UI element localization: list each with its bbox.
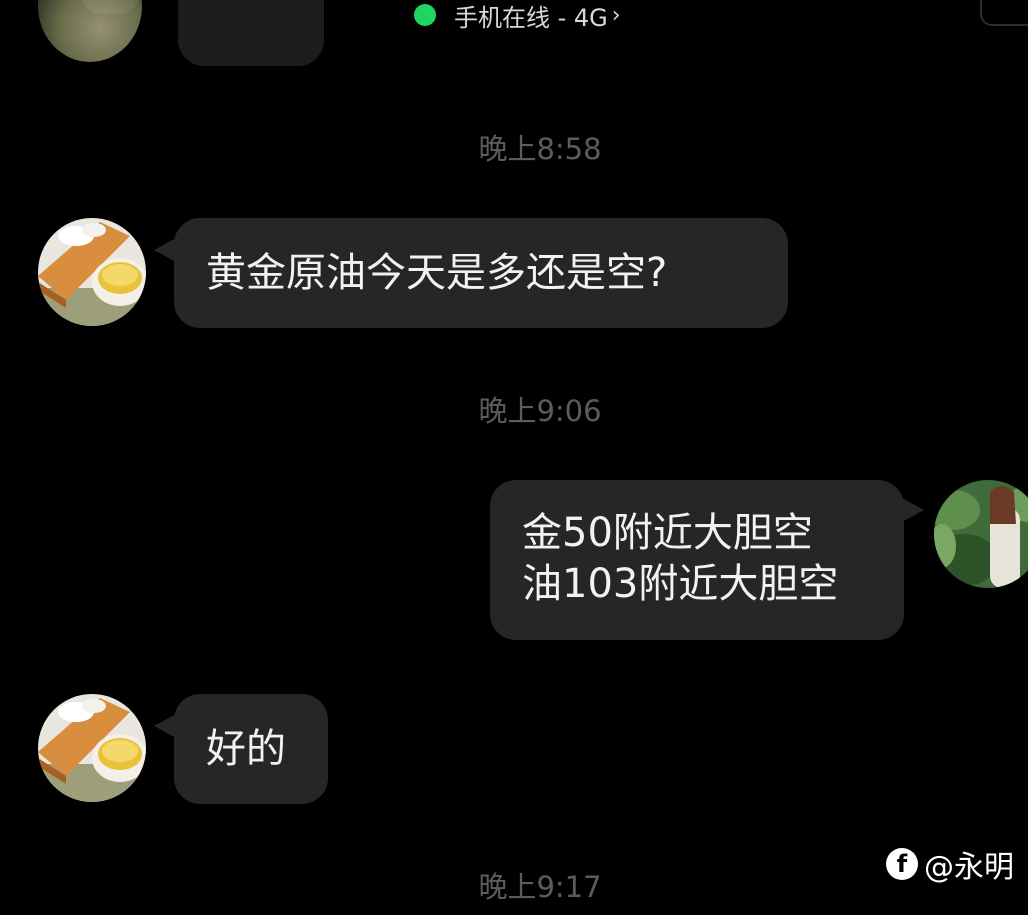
bubble-tail bbox=[154, 714, 176, 738]
tea-cup-avatar-image bbox=[38, 694, 146, 802]
bubble-tail bbox=[902, 498, 924, 522]
online-status[interactable]: 手机在线 - 4G › bbox=[414, 0, 621, 32]
previous-message-avatar[interactable] bbox=[38, 0, 142, 62]
message-text: 好的 bbox=[206, 726, 286, 772]
incoming-message-bubble[interactable]: 黄金原油今天是多还是空? bbox=[174, 218, 788, 328]
incoming-message-bubble[interactable]: 好的 bbox=[174, 694, 328, 804]
message-text-line: 油103附近大胆空 bbox=[522, 561, 839, 608]
timestamp: 晚上9:17 bbox=[478, 870, 602, 904]
status-bar: 手机在线 - 4G › bbox=[0, 0, 1028, 32]
tea-cup-avatar[interactable] bbox=[38, 694, 146, 802]
previous-message-bubble[interactable] bbox=[178, 0, 324, 66]
message-text-line: 金50附近大胆空 bbox=[522, 510, 813, 556]
app-logo-icon: f bbox=[886, 848, 918, 880]
tea-cup-avatar-image bbox=[38, 218, 146, 326]
online-dot-icon bbox=[414, 4, 436, 26]
menu-button-partial[interactable] bbox=[980, 0, 1028, 26]
watermark: f @永明 bbox=[886, 842, 1014, 886]
timestamp: 晚上8:58 bbox=[478, 132, 602, 166]
tea-cup-avatar[interactable] bbox=[38, 218, 146, 326]
timestamp: 晚上9:06 bbox=[478, 394, 602, 428]
woman-in-garden-avatar-image bbox=[934, 480, 1028, 588]
online-status-text: 手机在线 - 4G bbox=[454, 3, 608, 32]
chevron-right-icon: › bbox=[611, 2, 621, 28]
bubble-tail bbox=[154, 238, 176, 262]
message-text: 黄金原油今天是多还是空? bbox=[206, 250, 668, 296]
watermark-text: @永明 bbox=[924, 850, 1014, 885]
outgoing-message-bubble[interactable]: 金50附近大胆空 油103附近大胆空 bbox=[490, 480, 904, 640]
woman-in-garden-avatar[interactable] bbox=[934, 480, 1028, 588]
